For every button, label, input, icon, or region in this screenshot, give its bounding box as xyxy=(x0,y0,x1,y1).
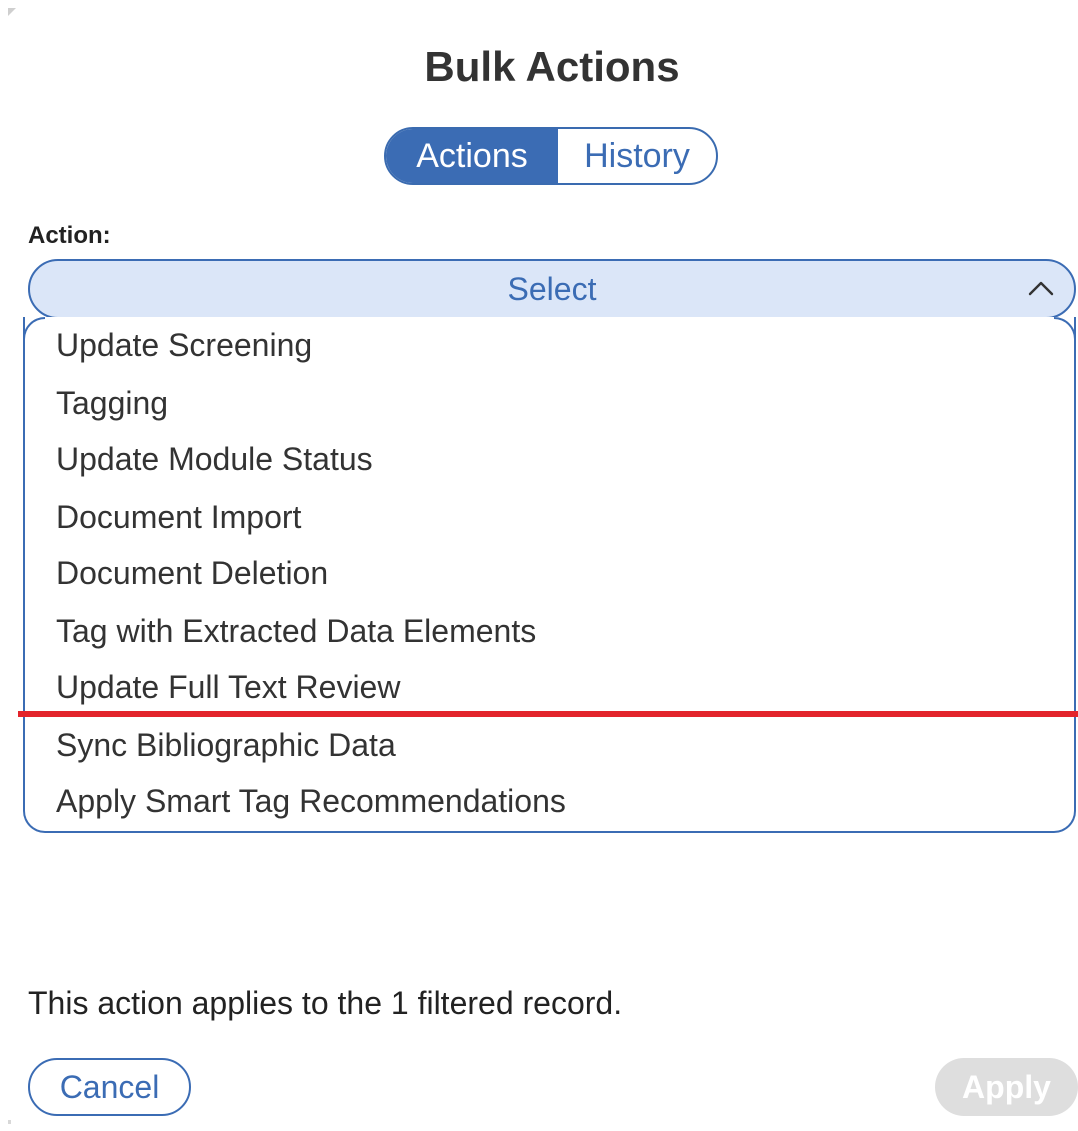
action-select[interactable]: Select xyxy=(28,259,1076,319)
apply-button[interactable]: Apply xyxy=(935,1058,1078,1116)
action-label: Action: xyxy=(28,222,111,249)
option-apply-smart-tag-recommendations[interactable]: Apply Smart Tag Recommendations xyxy=(56,781,566,821)
corner-mark xyxy=(8,8,16,16)
tab-toggle: Actions History xyxy=(384,127,718,185)
option-sync-bibliographic-data[interactable]: Sync Bibliographic Data xyxy=(56,725,396,765)
option-document-deletion[interactable]: Document Deletion xyxy=(56,553,328,593)
option-update-full-text-review[interactable]: Update Full Text Review xyxy=(56,667,400,707)
tab-actions[interactable]: Actions xyxy=(386,129,558,183)
action-select-value: Select xyxy=(507,271,597,307)
dialog-title: Bulk Actions xyxy=(424,43,680,90)
option-update-module-status[interactable]: Update Module Status xyxy=(56,439,373,479)
record-count-text: This action applies to the 1 filtered re… xyxy=(28,985,623,1021)
chevron-up-icon xyxy=(1026,273,1056,303)
highlight-line xyxy=(18,711,1078,717)
bulk-actions-dialog: Bulk Actions Actions History Action: Sel… xyxy=(0,0,1078,1131)
option-tag-with-extracted-data-elements[interactable]: Tag with Extracted Data Elements xyxy=(56,611,536,651)
cancel-button[interactable]: Cancel xyxy=(28,1058,191,1116)
option-tagging[interactable]: Tagging xyxy=(56,383,168,423)
option-document-import[interactable]: Document Import xyxy=(56,497,301,537)
corner-mark-bottom xyxy=(8,1120,11,1124)
option-update-screening[interactable]: Update Screening xyxy=(56,325,312,365)
tab-history[interactable]: History xyxy=(558,129,716,183)
